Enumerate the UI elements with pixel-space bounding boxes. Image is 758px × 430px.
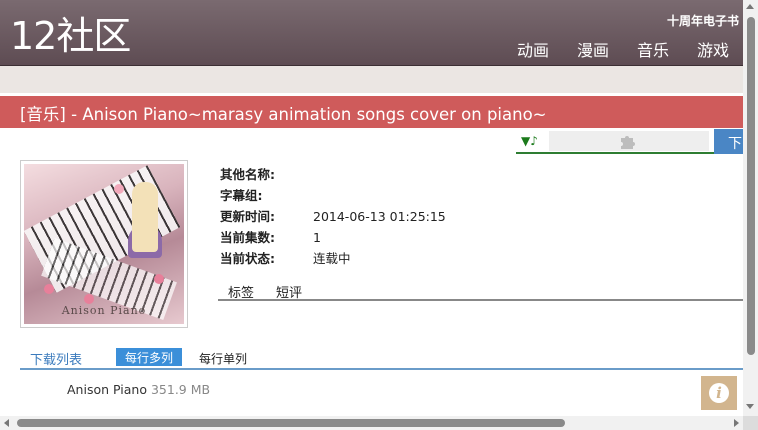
vertical-scroll-thumb[interactable] bbox=[747, 17, 755, 355]
cover-caption: Anison Piano bbox=[61, 304, 147, 317]
download-list-tabs: 下载列表 每行多列 每行单列 bbox=[20, 348, 743, 370]
info-row: 字幕组: bbox=[220, 188, 263, 203]
album-cover: Anison Piano bbox=[20, 160, 188, 328]
site-header: 12社区 十周年电子书 动画 漫画 音乐 游戏 bbox=[0, 0, 743, 66]
info-table: 其他名称: 字幕组: 更新时间: 2014-06-13 01:25:15 当前集数… bbox=[220, 164, 446, 269]
nav-game[interactable]: 游戏 bbox=[697, 37, 729, 61]
tab-tags[interactable]: 标签 bbox=[228, 282, 254, 301]
download-button[interactable]: 下 bbox=[714, 129, 743, 154]
scroll-up-icon[interactable] bbox=[746, 4, 754, 9]
music-player[interactable]: ▼♪ bbox=[516, 129, 714, 154]
plugin-placeholder[interactable] bbox=[549, 131, 709, 151]
tagline-link[interactable]: 十周年电子书 bbox=[667, 12, 739, 29]
nav-music[interactable]: 音乐 bbox=[637, 37, 669, 61]
info-button[interactable]: i bbox=[701, 376, 737, 410]
scroll-left-icon[interactable] bbox=[4, 419, 9, 427]
nav-anime[interactable]: 动画 bbox=[517, 37, 549, 61]
info-icon: i bbox=[709, 383, 729, 403]
music-note-icon[interactable]: ▼♪ bbox=[521, 134, 538, 148]
download-list-title: 下载列表 bbox=[30, 353, 83, 368]
puzzle-icon bbox=[621, 136, 635, 149]
vertical-scrollbar[interactable] bbox=[743, 0, 758, 416]
info-row: 当前集数: 1 bbox=[220, 230, 321, 245]
file-item[interactable]: Anison Piano 351.9 MB bbox=[67, 382, 210, 397]
horizontal-scrollbar[interactable] bbox=[0, 416, 743, 430]
site-logo[interactable]: 12社区 bbox=[10, 12, 131, 60]
tab-reviews[interactable]: 短评 bbox=[276, 282, 302, 301]
sub-bar bbox=[0, 66, 743, 93]
cover-art: Anison Piano bbox=[24, 164, 184, 324]
scroll-down-icon[interactable] bbox=[746, 404, 754, 409]
tab-single-column[interactable]: 每行单列 bbox=[199, 350, 247, 367]
scroll-right-icon[interactable] bbox=[734, 419, 739, 427]
scrollbar-corner bbox=[743, 416, 758, 430]
horizontal-scroll-thumb[interactable] bbox=[17, 419, 565, 427]
file-name[interactable]: Anison Piano bbox=[67, 382, 147, 397]
page-title: [音乐] - Anison Piano~marasy animation son… bbox=[20, 105, 547, 124]
page-title-bar: [音乐] - Anison Piano~marasy animation son… bbox=[0, 96, 743, 128]
detail-tabs: 标签 短评 bbox=[218, 282, 743, 301]
file-size: 351.9 MB bbox=[150, 382, 211, 397]
info-row: 其他名称: bbox=[220, 167, 275, 182]
info-row: 更新时间: 2014-06-13 01:25:15 bbox=[220, 209, 446, 224]
tab-multi-column[interactable]: 每行多列 bbox=[116, 348, 183, 366]
nav-comic[interactable]: 漫画 bbox=[577, 37, 609, 61]
info-row: 当前状态: 连载中 bbox=[220, 251, 351, 266]
main-nav: 动画 漫画 音乐 游戏 bbox=[517, 37, 729, 61]
